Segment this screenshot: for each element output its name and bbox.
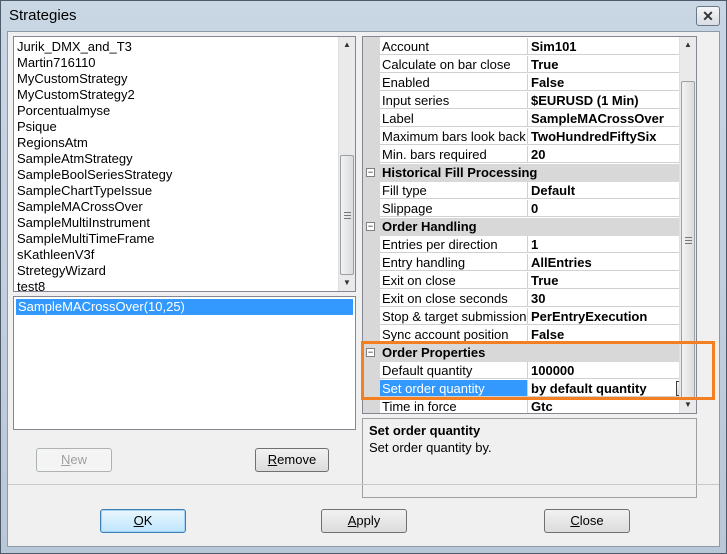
strategy-list-items: Jurik_DMX_and_T3 Martin716110 MyCustomStra… bbox=[17, 39, 172, 291]
property-name: Input series bbox=[380, 92, 528, 109]
list-item[interactable]: test8 bbox=[17, 279, 172, 291]
property-row[interactable]: Exit on close seconds 30 bbox=[363, 290, 696, 308]
property-name: Min. bars required bbox=[380, 146, 528, 163]
property-name: Enabled bbox=[380, 74, 528, 91]
property-row[interactable]: Fill type Default bbox=[363, 182, 696, 200]
list-item[interactable]: StretegyWizard bbox=[17, 263, 172, 279]
property-description-panel: Set order quantity Set order quantity by… bbox=[362, 418, 697, 498]
property-value[interactable]: True bbox=[528, 272, 696, 289]
property-value[interactable]: Default bbox=[528, 182, 696, 199]
property-name: Maximum bars look back bbox=[380, 128, 528, 145]
property-name: Calculate on bar close bbox=[380, 56, 528, 73]
property-row[interactable]: Calculate on bar close True bbox=[363, 56, 696, 74]
property-value[interactable]: False bbox=[528, 74, 696, 91]
property-row[interactable]: Min. bars required 20 bbox=[363, 146, 696, 164]
property-name: Label bbox=[380, 110, 528, 127]
property-value[interactable]: 1 bbox=[528, 236, 696, 253]
dialog-client-area: Jurik_DMX_and_T3 Martin716110 MyCustomStra… bbox=[7, 31, 720, 547]
property-name: Slippage bbox=[380, 200, 528, 217]
close-button[interactable]: Close bbox=[544, 509, 630, 533]
list-item[interactable]: SampleMACrossOver bbox=[17, 199, 172, 215]
list-item[interactable]: MyCustomStrategy2 bbox=[17, 87, 172, 103]
property-name: Time in force bbox=[380, 398, 528, 413]
close-window-button[interactable]: ✕ bbox=[696, 6, 720, 26]
property-value[interactable]: TwoHundredFiftySix bbox=[528, 128, 696, 145]
property-row[interactable]: Maximum bars look back TwoHundredFiftySix bbox=[363, 128, 696, 146]
property-row[interactable]: Entry handling AllEntries bbox=[363, 254, 696, 272]
property-value[interactable]: PerEntryExecution bbox=[528, 308, 696, 325]
scroll-up-icon[interactable]: ▲ bbox=[680, 37, 696, 53]
new-button[interactable]: New bbox=[36, 448, 112, 472]
property-value[interactable]: 0 bbox=[528, 200, 696, 217]
strategy-list-scrollbar[interactable]: ▲ ▼ bbox=[338, 37, 355, 291]
property-name: Account bbox=[380, 38, 528, 55]
property-row[interactable]: Label SampleMACrossOver bbox=[363, 110, 696, 128]
list-item[interactable]: Psique bbox=[17, 119, 172, 135]
property-value[interactable]: 20 bbox=[528, 146, 696, 163]
order-properties-highlight bbox=[361, 341, 715, 400]
category-label: Historical Fill Processing bbox=[382, 165, 538, 180]
property-name: Exit on close seconds bbox=[380, 290, 528, 307]
title-bar[interactable]: Strategies ✕ bbox=[1, 1, 726, 31]
property-row[interactable]: Input series $EURUSD (1 Min) bbox=[363, 92, 696, 110]
strategy-list[interactable]: Jurik_DMX_and_T3 Martin716110 MyCustomStra… bbox=[13, 36, 356, 292]
list-item[interactable]: SampleMultiInstrument bbox=[17, 215, 172, 231]
property-value[interactable]: Sim101 bbox=[528, 38, 696, 55]
property-row[interactable]: Exit on close True bbox=[363, 272, 696, 290]
category-label: Order Handling bbox=[382, 219, 477, 234]
property-name: Exit on close bbox=[380, 272, 528, 289]
property-value[interactable]: $EURUSD (1 Min) bbox=[528, 92, 696, 109]
scroll-down-icon[interactable]: ▼ bbox=[339, 275, 355, 291]
divider bbox=[8, 484, 719, 485]
property-row[interactable]: Enabled False bbox=[363, 74, 696, 92]
property-row[interactable]: Time in force Gtc bbox=[363, 398, 696, 413]
window-title: Strategies bbox=[9, 7, 77, 24]
property-row[interactable]: Entries per direction 1 bbox=[363, 236, 696, 254]
property-value[interactable]: AllEntries bbox=[528, 254, 696, 271]
close-icon: ✕ bbox=[702, 8, 714, 24]
description-text: Set order quantity by. bbox=[369, 440, 492, 455]
property-name: Entry handling bbox=[380, 254, 528, 271]
list-item[interactable]: MyCustomStrategy bbox=[17, 71, 172, 87]
scroll-up-icon[interactable]: ▲ bbox=[339, 37, 355, 53]
list-item[interactable]: Martin716110 bbox=[17, 55, 172, 71]
collapse-icon[interactable]: − bbox=[366, 222, 375, 231]
property-row[interactable]: Account Sim101 bbox=[363, 38, 696, 56]
list-item[interactable]: sKathleenV3f bbox=[17, 247, 172, 263]
property-name: Fill type bbox=[380, 182, 528, 199]
property-category[interactable]: − Order Handling bbox=[363, 218, 696, 236]
collapse-icon[interactable]: − bbox=[366, 168, 375, 177]
property-name: Stop & target submission bbox=[380, 308, 528, 325]
list-item[interactable]: SampleChartTypeIssue bbox=[17, 183, 172, 199]
property-value[interactable]: True bbox=[528, 56, 696, 73]
list-item[interactable]: SampleMultiTimeFrame bbox=[17, 231, 172, 247]
list-item[interactable]: RegionsAtm bbox=[17, 135, 172, 151]
property-value[interactable]: Gtc bbox=[528, 398, 696, 413]
strategies-dialog: Strategies ✕ Jurik_DMX_and_T3 Martin71611… bbox=[0, 0, 727, 554]
list-item[interactable]: SampleBoolSeriesStrategy bbox=[17, 167, 172, 183]
property-value[interactable]: 30 bbox=[528, 290, 696, 307]
property-row[interactable]: Slippage 0 bbox=[363, 200, 696, 218]
property-row[interactable]: Stop & target submission PerEntryExecutio… bbox=[363, 308, 696, 326]
strategy-instance-list[interactable]: SampleMACrossOver(10,25) bbox=[13, 296, 356, 430]
property-value[interactable]: SampleMACrossOver bbox=[528, 110, 696, 127]
list-item[interactable]: SampleAtmStrategy bbox=[17, 151, 172, 167]
list-item[interactable]: SampleMACrossOver(10,25) bbox=[16, 299, 353, 315]
remove-button[interactable]: Remove bbox=[255, 448, 329, 472]
list-item[interactable]: Porcentualmyse bbox=[17, 103, 172, 119]
list-item[interactable]: Jurik_DMX_and_T3 bbox=[17, 39, 172, 55]
ok-button[interactable]: OK bbox=[100, 509, 186, 533]
property-category[interactable]: − Historical Fill Processing bbox=[363, 164, 696, 182]
apply-button[interactable]: Apply bbox=[321, 509, 407, 533]
property-name: Entries per direction bbox=[380, 236, 528, 253]
description-title: Set order quantity bbox=[369, 423, 481, 438]
scroll-thumb[interactable] bbox=[340, 155, 354, 275]
